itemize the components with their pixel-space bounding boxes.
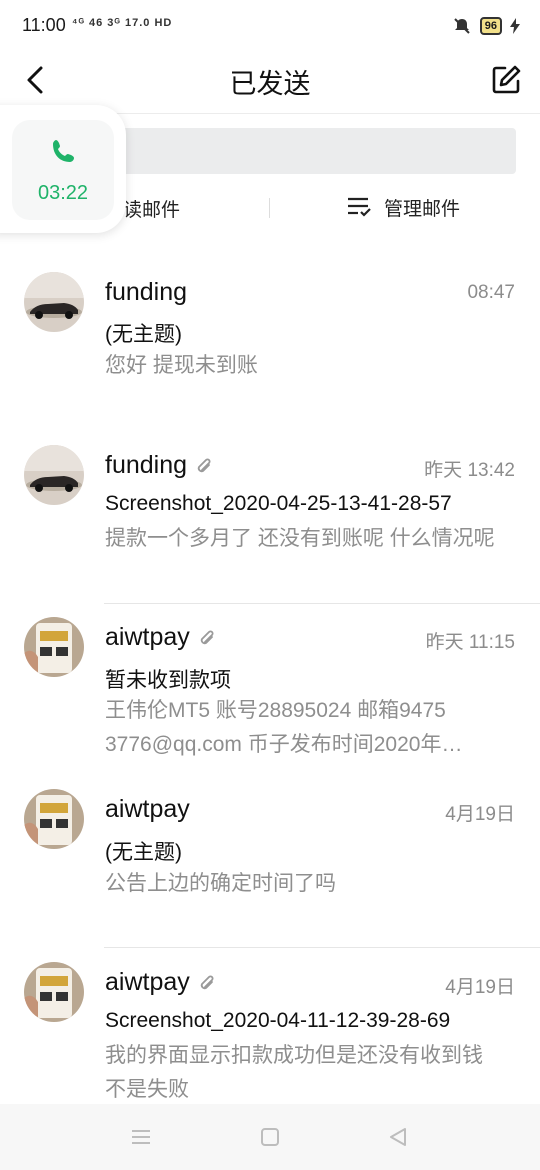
list-divider <box>104 947 540 948</box>
mail-time: 4月19日 <box>445 977 515 998</box>
sender-name: aiwtpay <box>105 623 218 652</box>
sender-label: aiwtpay <box>105 795 190 823</box>
page-title: 已发送 <box>229 69 311 99</box>
mail-item[interactable]: aiwtpay 昨天 11:15 暂未收到款项 王伟伦MT5 账号2889502… <box>0 607 540 775</box>
manage-mail-label: 管理邮件 <box>384 198 461 220</box>
mail-subject: 暂未收到款项 <box>105 669 231 692</box>
phone-icon <box>53 140 74 162</box>
phone-avatar-image <box>24 789 84 849</box>
action-divider <box>269 198 270 218</box>
back-triangle-icon[interactable] <box>387 1126 409 1148</box>
avatar <box>24 445 84 505</box>
status-time: 11:00 <box>22 15 66 35</box>
mail-preview: 公告上边的确定时间了吗 <box>105 872 336 895</box>
avatar <box>24 617 84 677</box>
system-nav-bar <box>0 1104 540 1170</box>
menu-icon[interactable] <box>130 1126 152 1148</box>
status-bar: 11:00 ⁴ᴳ 46 3ᴳ 17.0 HD 96 <box>0 0 540 52</box>
phone-avatar-image <box>24 617 84 677</box>
mute-icon <box>454 18 470 34</box>
sender-name: aiwtpay <box>105 795 190 824</box>
mail-preview: 您好 提现未到账 <box>105 354 258 377</box>
mail-item[interactable]: aiwtpay 4月19日 Screenshot_2020-04-11-12-3… <box>0 952 540 1104</box>
car-avatar-image <box>24 445 84 505</box>
compose-icon[interactable] <box>490 64 522 96</box>
mail-preview: 我的界面显示扣款成功但是还没有收到钱 不是失败 <box>105 1044 483 1101</box>
paperclip-icon <box>200 975 214 990</box>
call-card: 03:22 <box>12 120 114 220</box>
avatar <box>24 789 84 849</box>
sender-label: aiwtpay <box>105 968 190 996</box>
floating-call-widget[interactable]: 03:22 <box>0 105 126 233</box>
mail-subject: (无主题) <box>105 323 182 346</box>
charging-icon <box>510 18 520 34</box>
mail-subject: Screenshot_2020-04-11-12-39-28-69 <box>105 1009 451 1032</box>
search-input[interactable] <box>110 128 516 174</box>
sender-label: funding <box>105 451 188 479</box>
list-divider <box>104 603 540 604</box>
mail-time: 昨天 13:42 <box>424 460 515 481</box>
mail-item[interactable]: funding 08:47 (无主题) 您好 提现未到账 <box>0 262 540 434</box>
sender-name: funding <box>105 278 187 307</box>
sender-label: aiwtpay <box>105 623 190 651</box>
mail-item[interactable]: funding 昨天 13:42 Screenshot_2020-04-25-1… <box>0 435 540 603</box>
network-indicator: ⁴ᴳ 46 3ᴳ 17.0 HD <box>72 17 173 29</box>
home-icon[interactable] <box>259 1126 281 1148</box>
mail-subject: (无主题) <box>105 841 182 864</box>
mail-preview: 提款一个多月了 还没有到账呢 什么情况呢 <box>105 527 495 550</box>
sender-label: funding <box>105 278 188 306</box>
manage-mail-button[interactable]: 管理邮件 <box>346 192 460 222</box>
paperclip-icon <box>197 458 211 473</box>
mail-time: 4月19日 <box>445 804 515 825</box>
avatar <box>24 962 84 1022</box>
sender-name: aiwtpay <box>105 968 218 997</box>
mail-time: 昨天 11:15 <box>425 632 515 653</box>
manage-list-icon <box>348 197 371 217</box>
phone-avatar-image <box>24 962 84 1022</box>
mail-time: 08:47 <box>467 282 515 303</box>
battery-level: 96 <box>479 17 502 35</box>
car-avatar-image <box>24 272 84 332</box>
mail-subject: Screenshot_2020-04-25-13-41-28-57 <box>105 492 452 515</box>
mail-preview: 王伟伦MT5 账号28895024 邮箱9475 3776@qq.com 币子发… <box>105 699 463 756</box>
status-right: 96 <box>452 16 520 36</box>
mail-item[interactable]: aiwtpay 4月19日 (无主题) 公告上边的确定时间了吗 <box>0 779 540 947</box>
avatar <box>24 272 84 332</box>
call-timer: 03:22 <box>37 182 89 204</box>
paperclip-icon <box>200 630 214 645</box>
sender-name: funding <box>105 451 215 480</box>
